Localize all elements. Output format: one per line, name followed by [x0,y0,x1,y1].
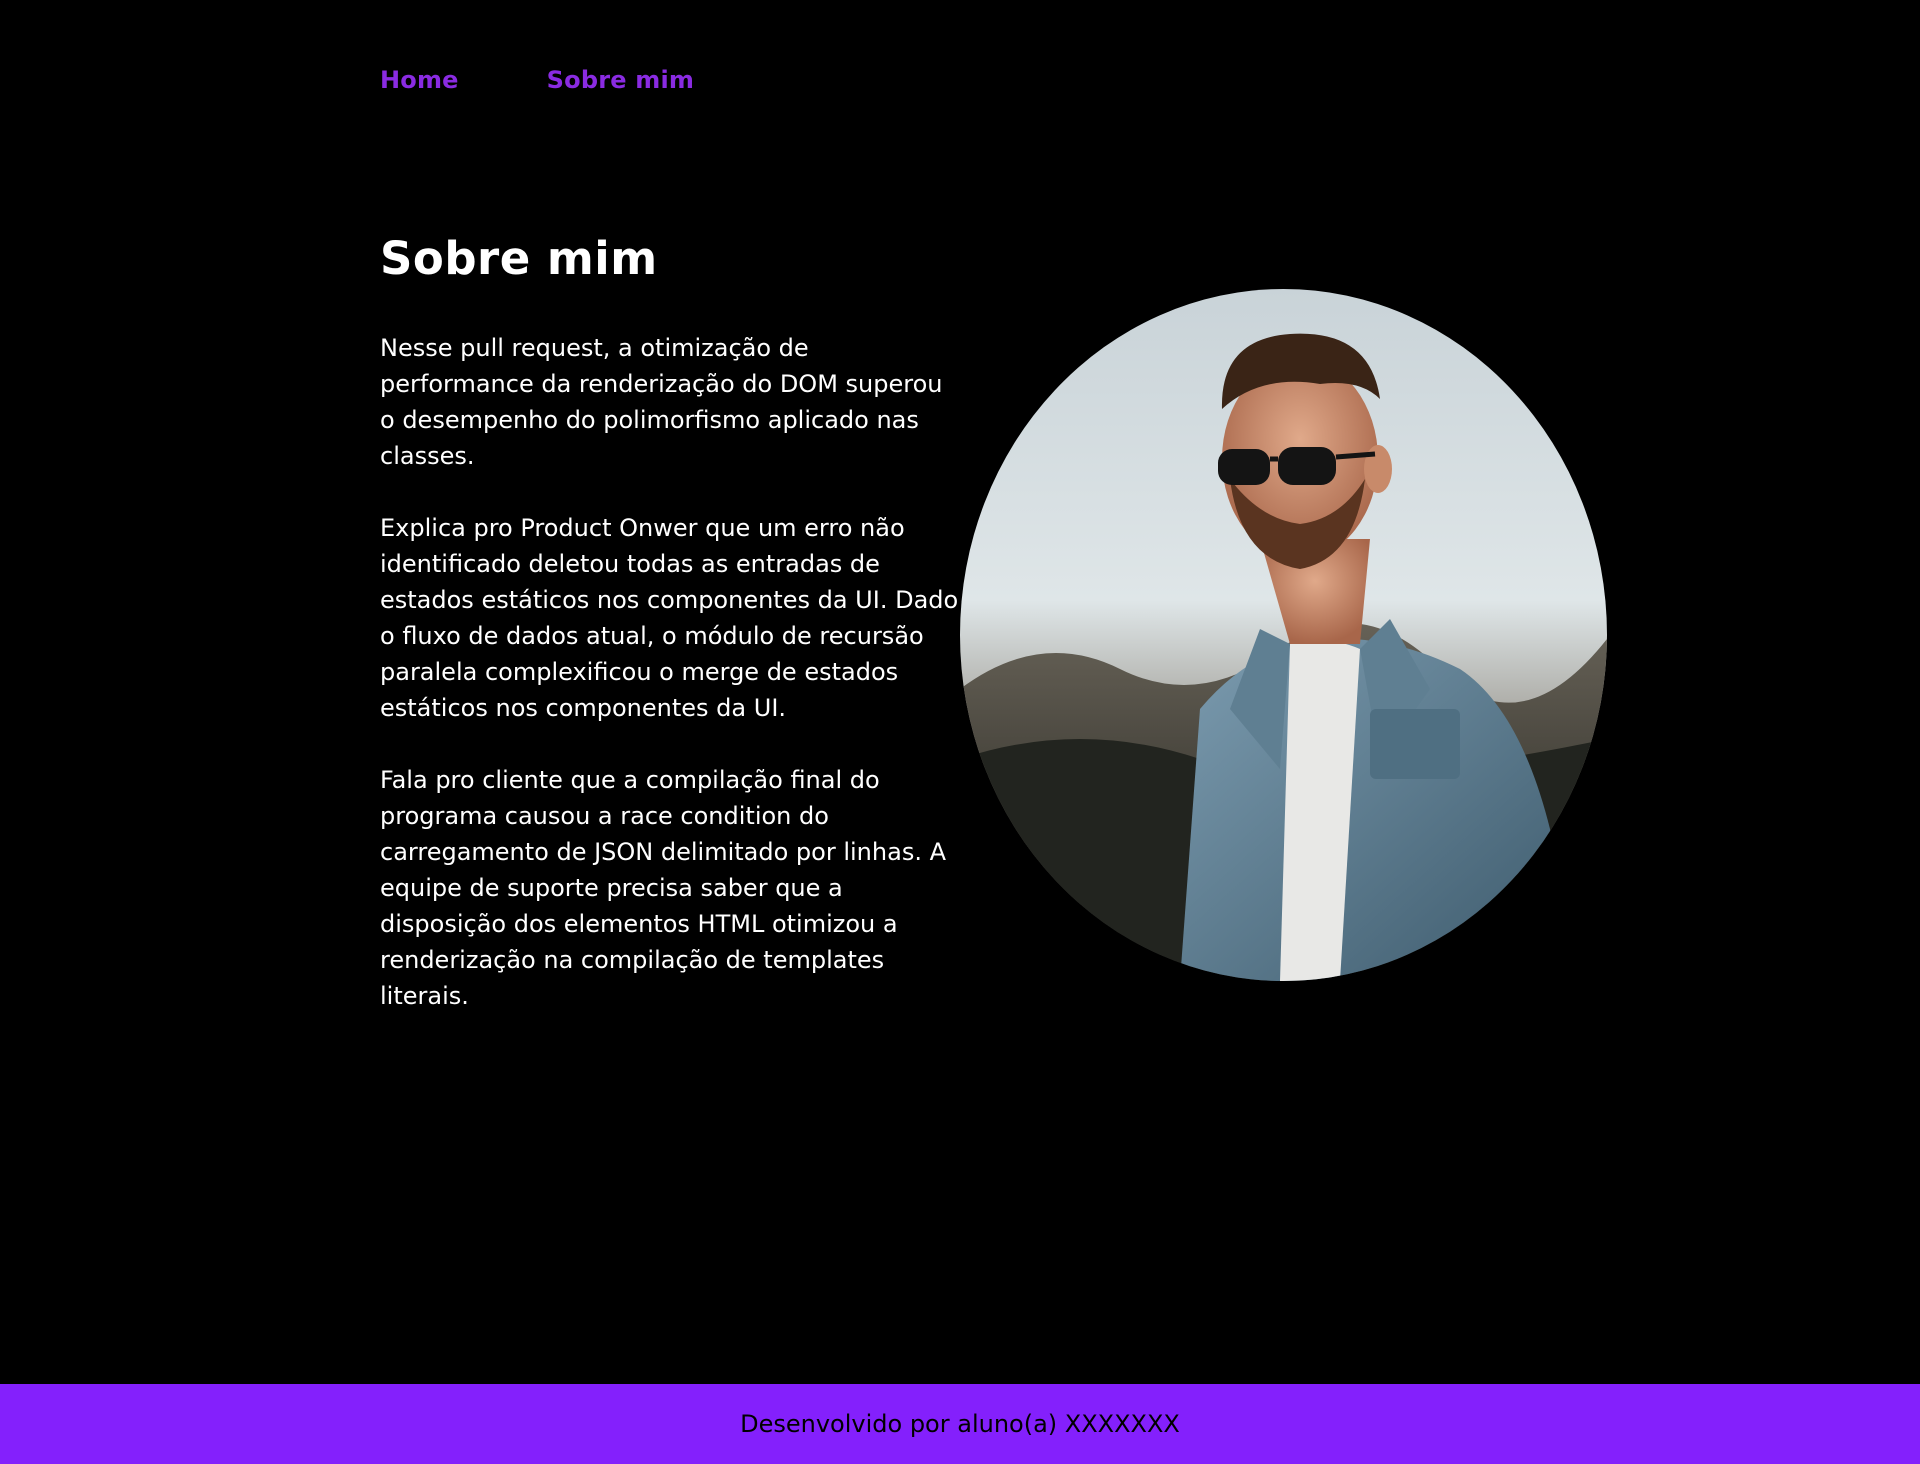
nav-link-home[interactable]: Home [380,66,459,94]
about-content: Nesse pull request, a otimização de perf… [380,330,962,1050]
profile-photo [960,289,1607,981]
main-nav: Home Sobre mim [380,66,694,94]
nav-link-sobre-mim[interactable]: Sobre mim [547,66,694,94]
page-footer: Desenvolvido por aluno(a) XXXXXXX [0,1384,1920,1464]
page-title: Sobre mim [380,232,658,285]
about-paragraph-2: Explica pro Product Onwer que um erro nã… [380,514,959,722]
about-paragraph-3: Fala pro cliente que a compilação final … [380,766,946,1010]
about-paragraph-1: Nesse pull request, a otimização de perf… [380,334,943,470]
profile-photo-illustration [960,289,1607,981]
footer-credit: Desenvolvido por aluno(a) XXXXXXX [740,1410,1180,1438]
